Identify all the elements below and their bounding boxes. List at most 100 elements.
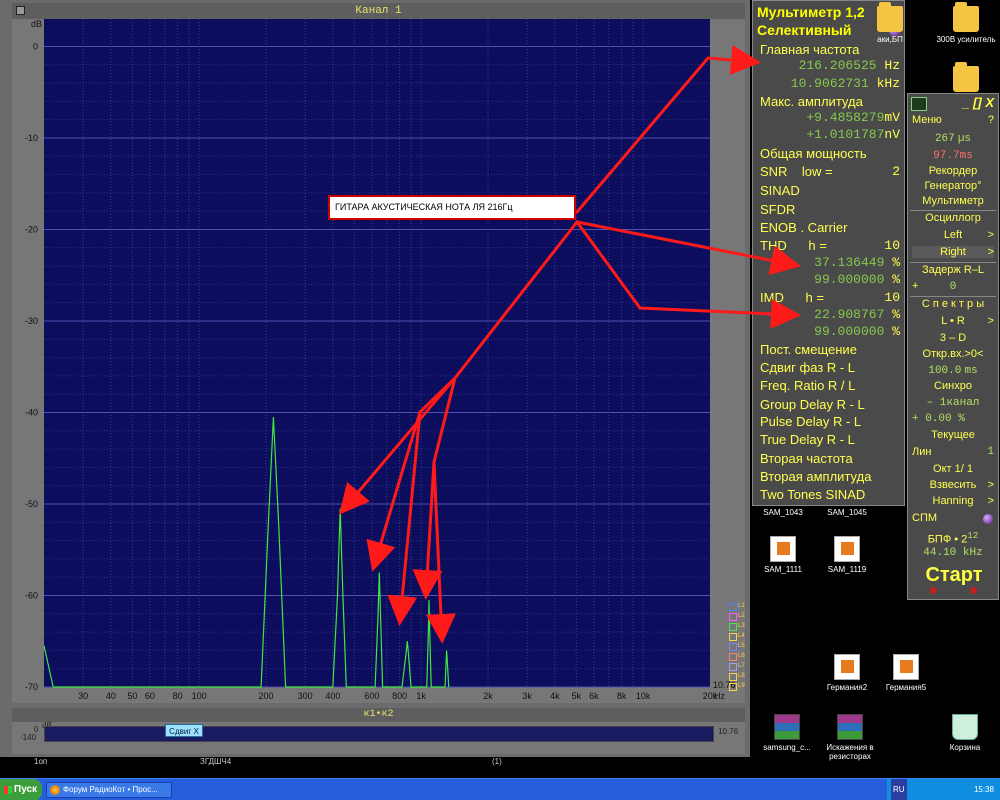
legend-item-l2[interactable]: L2 (728, 611, 745, 621)
desktop-icon-sam1119[interactable]: SAM_1119 (812, 536, 882, 574)
thd-value-1: 37.136449 (814, 255, 885, 270)
legend-item-l6[interactable]: L6 (728, 651, 745, 661)
desktop-icon-folder-300v[interactable]: 300В усилитель (931, 2, 1000, 44)
x-tick-label: 4k (550, 691, 560, 701)
main-freq-value-2: 10.9062731 (790, 76, 869, 91)
imd-h-value: 10 (884, 290, 900, 305)
windows-start-button[interactable]: Пуск (0, 779, 42, 800)
window-controls[interactable]: _ [] X (962, 95, 994, 110)
enob-label[interactable]: ENOB . Carrier (760, 220, 847, 235)
total-power-label[interactable]: Общая мощность (760, 146, 867, 161)
desktop-icon-recycle-bin[interactable]: Корзина (930, 714, 1000, 752)
snr-label[interactable]: SNR low = (760, 164, 833, 179)
bottom-phase-strip[interactable] (44, 726, 714, 742)
desktop-icon-germany5[interactable]: Германия5 (871, 654, 941, 692)
clock: 15:38 (973, 785, 994, 794)
left-led-icon (930, 587, 937, 594)
legend-item-l3[interactable]: L3 (728, 621, 745, 631)
hanning-text: Hanning (932, 495, 974, 507)
fft-size-button[interactable]: БПФ • 212 (912, 530, 994, 546)
lr-text: L • R (941, 315, 965, 327)
legend-item-l4[interactable]: L4 (728, 631, 745, 641)
time1-unit: µs (957, 133, 972, 145)
y-tick-label: -10 (25, 133, 38, 143)
group-delay-label[interactable]: Group Delay R - L (760, 397, 865, 412)
right-channel-button[interactable]: Right > (912, 246, 994, 258)
sync-label[interactable]: Синхро (912, 380, 994, 392)
thd-label[interactable]: THD h = (760, 238, 827, 253)
desktop-icon-label: Германия2 (826, 683, 868, 692)
desktop-icon-sam1111[interactable]: SAM_1111 (748, 536, 818, 574)
hanning-button[interactable]: Hanning > (912, 495, 995, 507)
bottom-title-bar[interactable]: к1•к2 (12, 708, 745, 722)
max-amp-value-1: +9.4858279 (806, 110, 885, 125)
thd-text: THD (760, 238, 787, 253)
delay-sign: + (912, 280, 919, 292)
generator-button[interactable]: Генератор° (912, 180, 994, 192)
max-amp-unit-2: nV (884, 127, 900, 142)
linear-button[interactable]: Лин 1 (912, 446, 994, 458)
language-indicator[interactable]: RU (891, 779, 907, 800)
desktop-icon-sam1045[interactable]: SAM_1045 (812, 508, 882, 517)
phase-shift-label[interactable]: Сдвиг фаз R - L (760, 360, 855, 375)
multimeter-button[interactable]: Мультиметр (912, 195, 994, 207)
start-button[interactable]: Старт (912, 564, 996, 586)
two-tones-sinad-label[interactable]: Two Tones SINAD (760, 487, 865, 502)
shift-x-button[interactable]: Сдвиг X (165, 724, 203, 737)
pulse-delay-label[interactable]: Pulse Delay R - L (760, 414, 861, 429)
max-amp-unit-1: mV (884, 110, 900, 125)
separator (910, 262, 996, 263)
separator (910, 210, 996, 211)
oscilloscope-button[interactable]: Осциллогр (912, 212, 994, 224)
desktop-icon-label: аки,БП (877, 35, 903, 44)
weigh-button[interactable]: Взвесить > (912, 479, 994, 491)
legend-item-l1[interactable]: L1 (728, 601, 745, 611)
freq-ratio-label[interactable]: Freq. Ratio R / L (760, 378, 855, 393)
open-input-value: 100.0 (928, 365, 962, 377)
second-amp-label[interactable]: Вторая амплитуда (760, 469, 871, 484)
octave-button[interactable]: Окт 1/ 1 (912, 463, 994, 475)
multimeter-mode[interactable]: Селективный (757, 22, 852, 38)
delay-label[interactable]: Задерж R–L (912, 264, 994, 276)
desktop-icon-folder-psu[interactable]: аки,БП (855, 2, 925, 44)
second-freq-label[interactable]: Вторая частота (760, 451, 853, 466)
desktop-icon-folder-partial[interactable] (931, 62, 1000, 95)
imd-label[interactable]: IMD h = (760, 290, 824, 305)
sync-value: – 1канал (926, 397, 980, 409)
y-tick-label: -20 (25, 224, 38, 234)
menu-button[interactable]: Меню? (912, 114, 994, 126)
sfdr-label[interactable]: SFDR (760, 202, 795, 217)
main-freq-label[interactable]: Главная частота (760, 42, 859, 57)
x-tick-label: 60 (145, 691, 155, 701)
pin-icon[interactable] (16, 6, 25, 15)
desktop-icon-sam1043[interactable]: SAM_1043 (748, 508, 818, 517)
3d-button[interactable]: 3 – D (912, 332, 994, 344)
max-amp-label[interactable]: Макс. амплитуда (760, 94, 863, 109)
sinad-label[interactable]: SINAD (760, 183, 800, 198)
legend-item-l8[interactable]: L8 (728, 671, 745, 681)
menu-help-icon[interactable]: ? (988, 114, 994, 126)
lr-arrow-icon: > (987, 315, 994, 327)
spm-button[interactable]: СПМ (912, 512, 994, 524)
desktop-icon-samsung[interactable]: samsung_c... (752, 714, 822, 752)
bottom-right-value: 10.76 (718, 727, 739, 736)
x-tick-label: 600 (364, 691, 379, 701)
spm-indicator-icon[interactable] (983, 514, 993, 524)
legend-item-l9[interactable]: L9 (728, 681, 745, 691)
legend-item-l5[interactable]: L5 (728, 641, 745, 651)
desktop-icon-distortions[interactable]: Искажения в резисторах (815, 714, 885, 761)
dc-offset-label[interactable]: Пост. смещение (760, 342, 857, 357)
recorder-button[interactable]: Рекордер (912, 165, 994, 177)
legend-item-l7[interactable]: L7 (728, 661, 745, 671)
taskbar-browser-task[interactable]: Форум РадиоКот • Прос... (46, 782, 172, 798)
trace-legend: L1 L2 L3 L4 L5 L6 L7 L8 L9 (728, 601, 745, 693)
delay-value: 0 (949, 281, 957, 293)
channel-title: Канал 1 (355, 5, 402, 17)
channel-title-bar[interactable]: Канал 1 (12, 3, 745, 19)
spectra-label[interactable]: С п е к т р ы (912, 298, 994, 310)
open-input-label[interactable]: Откр.вх.>0< (912, 348, 994, 360)
lr-spectrum-button[interactable]: L • R > (912, 315, 994, 327)
true-delay-label[interactable]: True Delay R - L (760, 432, 855, 447)
current-label[interactable]: Текущее (912, 429, 994, 441)
left-channel-button[interactable]: Left > (912, 229, 994, 241)
